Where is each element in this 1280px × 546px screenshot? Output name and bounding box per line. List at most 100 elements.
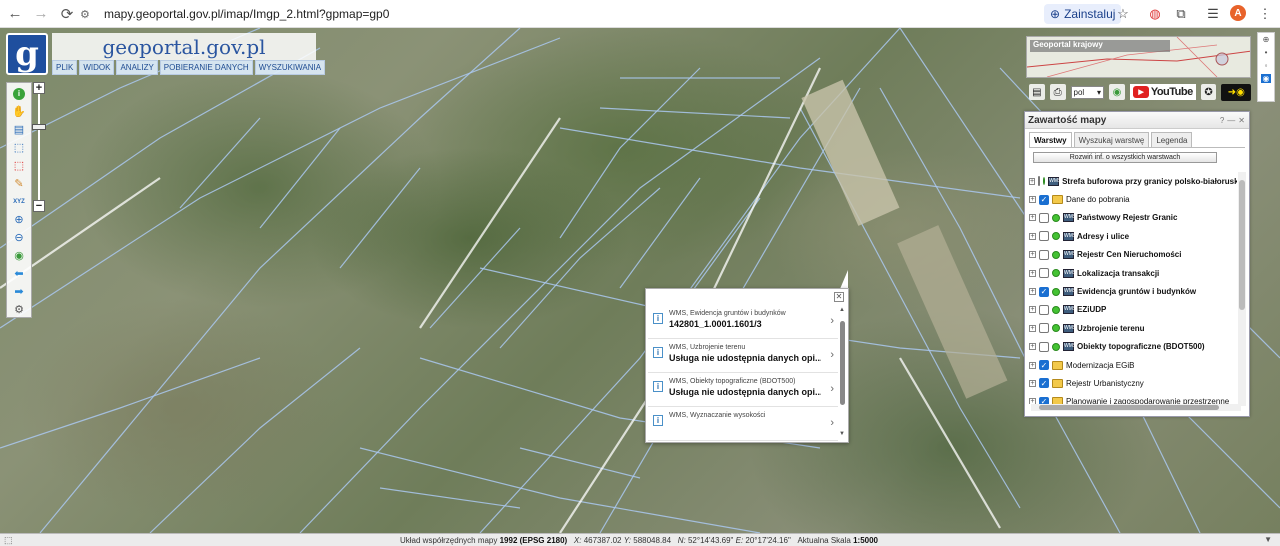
extensions-puzzle-icon[interactable]: ⧉: [1172, 5, 1190, 23]
layer-item[interactable]: + ✓ Dane do pobrania: [1029, 190, 1237, 208]
layer-item[interactable]: + WMS Strefa buforowa przy granicy polsko-…: [1029, 172, 1237, 190]
layer-item[interactable]: + WMS Rejestr Cen Nieruchomości: [1029, 246, 1237, 264]
chevron-right-icon[interactable]: ›: [830, 417, 834, 429]
chevron-right-icon[interactable]: ›: [830, 315, 834, 327]
expand-all-info-button[interactable]: Rozwiń inf. o wszystkich warstwach: [1033, 152, 1217, 163]
zoom-out-icon[interactable]: ⊖: [10, 230, 28, 245]
bookmark-star-icon[interactable]: ☆: [1114, 5, 1132, 23]
menu-analysis[interactable]: ANALIZY: [116, 60, 158, 75]
layer-item[interactable]: + ✓ Planowanie i zagospodarowanie przestrz…: [1029, 393, 1237, 404]
tab-layers[interactable]: Warstwy: [1029, 132, 1072, 147]
expand-layer-icon[interactable]: +: [1029, 251, 1036, 259]
zoom-slider[interactable]: + −: [32, 82, 46, 212]
clear-selection-icon[interactable]: ⬚: [10, 158, 28, 173]
expand-layer-icon[interactable]: +: [1029, 306, 1036, 314]
minimap-eye-icon[interactable]: ◉: [1260, 74, 1272, 83]
expand-layer-icon[interactable]: +: [1029, 324, 1036, 332]
expand-layer-icon[interactable]: +: [1029, 288, 1036, 296]
expand-layer-icon[interactable]: +: [1029, 269, 1036, 277]
layer-checkbox[interactable]: ✓: [1039, 360, 1049, 371]
overview-minimap[interactable]: Geoportal krajowy: [1026, 36, 1251, 78]
menu-view[interactable]: WIDOK: [79, 60, 115, 75]
previous-view-icon[interactable]: ⬅: [10, 266, 28, 281]
scroll-down-icon[interactable]: ▼: [839, 431, 845, 437]
minimap-zoom-icon[interactable]: ⊕: [1263, 35, 1270, 44]
layer-checkbox[interactable]: [1039, 341, 1049, 352]
xyz-coordinates-icon[interactable]: XYZ: [10, 194, 28, 209]
layer-checkbox[interactable]: [1039, 231, 1049, 242]
scroll-thumb[interactable]: [1239, 180, 1245, 310]
select-area-icon[interactable]: ⬚: [10, 140, 28, 155]
youtube-button[interactable]: ▶ YouTube: [1129, 84, 1196, 100]
high-contrast-icon[interactable]: ➜◉: [1221, 83, 1252, 101]
layer-list-scrollbar[interactable]: [1238, 172, 1246, 406]
chevron-right-icon[interactable]: ›: [830, 383, 834, 395]
expand-layer-icon[interactable]: +: [1029, 214, 1036, 222]
popup-result-item[interactable]: i WMS, Obiekty topograficzne (BDOT500) Usł…: [648, 373, 838, 407]
language-select[interactable]: pol ▾: [1070, 85, 1105, 99]
hscroll-thumb[interactable]: [1039, 405, 1219, 410]
panel-help-icon[interactable]: ?: [1220, 116, 1224, 125]
chevron-right-icon[interactable]: ›: [830, 349, 834, 361]
profile-avatar[interactable]: A: [1230, 5, 1246, 21]
layer-list-hscrollbar[interactable]: [1031, 404, 1241, 411]
document-icon[interactable]: ▤: [1029, 84, 1045, 100]
layer-item[interactable]: + WMS EZiUDP: [1029, 301, 1237, 319]
popup-scroll-thumb[interactable]: [840, 321, 845, 405]
settings-cog-icon[interactable]: ⚙: [10, 302, 28, 317]
popup-result-item[interactable]: i WMS, Uzbrojenie terenu Usługa nie udostę…: [648, 339, 838, 373]
layer-checkbox[interactable]: ✓: [1039, 286, 1049, 297]
document-icon[interactable]: ▤: [10, 122, 28, 137]
layer-checkbox[interactable]: [1039, 249, 1049, 260]
expand-layer-icon[interactable]: +: [1029, 343, 1036, 351]
pencil-icon[interactable]: ✎: [10, 176, 28, 191]
expand-layer-icon[interactable]: +: [1029, 379, 1036, 387]
layer-checkbox[interactable]: [1039, 304, 1049, 315]
install-button[interactable]: ⊕ Zainstaluj: [1044, 4, 1122, 24]
close-icon[interactable]: ✕: [1238, 116, 1245, 125]
extension-icon[interactable]: ◍: [1146, 5, 1164, 23]
zoom-plus-icon[interactable]: +: [33, 82, 45, 94]
layer-item[interactable]: + WMS Obiekty topograficzne (BDOT500): [1029, 338, 1237, 356]
menu-download[interactable]: POBIERANIE DANYCH: [159, 60, 253, 75]
popup-scrollbar[interactable]: ▲ ▼: [839, 307, 846, 437]
layer-item[interactable]: + WMS Adresy i ulice: [1029, 227, 1237, 245]
layer-checkbox[interactable]: ✓: [1039, 396, 1049, 404]
popup-result-item[interactable]: i WMS, Ewidencja gruntów i budynków 142801…: [648, 305, 838, 339]
zoom-slider-handle[interactable]: [32, 124, 46, 130]
expand-layer-icon[interactable]: +: [1029, 177, 1036, 185]
expand-layer-icon[interactable]: +: [1029, 361, 1036, 369]
layer-checkbox[interactable]: [1039, 323, 1049, 334]
geoportal-logo[interactable]: g: [6, 33, 48, 75]
layer-item[interactable]: + WMS Lokalizacja transakcji: [1029, 264, 1237, 282]
popup-close-icon[interactable]: ✕: [834, 292, 844, 302]
tab-search-layer[interactable]: Wyszukaj warstwę: [1073, 132, 1150, 147]
layer-checkbox[interactable]: ✓: [1039, 378, 1049, 389]
minimap-dot-icon[interactable]: •: [1265, 48, 1268, 57]
reading-list-icon[interactable]: ☰: [1204, 5, 1222, 23]
menu-search[interactable]: WYSZUKIWANIA: [254, 60, 326, 75]
layer-item[interactable]: + ✓ WMS Ewidencja gruntów i budynków: [1029, 282, 1237, 300]
next-view-icon[interactable]: ➡: [10, 284, 28, 299]
site-info-icon[interactable]: ⚙: [80, 8, 96, 21]
layer-checkbox[interactable]: [1038, 176, 1041, 187]
address-bar[interactable]: ⚙ mapy.geoportal.gov.pl/imap/Imgp_2.html…: [80, 3, 1040, 25]
tab-legend[interactable]: Legenda: [1151, 132, 1193, 147]
layer-checkbox[interactable]: [1039, 212, 1049, 223]
popup-result-item[interactable]: i WMS, Wyznaczanie wysokości ›: [648, 407, 838, 441]
layer-checkbox[interactable]: ✓: [1039, 194, 1049, 205]
help-icon[interactable]: ◉: [1109, 84, 1125, 100]
pan-hand-icon[interactable]: ✋: [10, 104, 28, 119]
layer-checkbox[interactable]: [1039, 268, 1049, 279]
expand-layer-icon[interactable]: +: [1029, 196, 1036, 204]
scroll-up-icon[interactable]: ▲: [839, 307, 845, 313]
layer-item[interactable]: + WMS Państwowy Rejestr Granic: [1029, 209, 1237, 227]
forward-icon[interactable]: →: [30, 3, 52, 25]
printer-icon[interactable]: ⎙: [1049, 84, 1066, 100]
globe-icon[interactable]: ◉: [10, 248, 28, 263]
reload-icon[interactable]: ⟳: [56, 3, 78, 25]
layer-item[interactable]: + ✓ Modernizacja EGiB: [1029, 356, 1237, 374]
browser-menu-icon[interactable]: ⋮: [1256, 5, 1274, 23]
minimap-circle-icon[interactable]: ◦: [1265, 61, 1268, 70]
back-icon[interactable]: ←: [4, 3, 26, 25]
